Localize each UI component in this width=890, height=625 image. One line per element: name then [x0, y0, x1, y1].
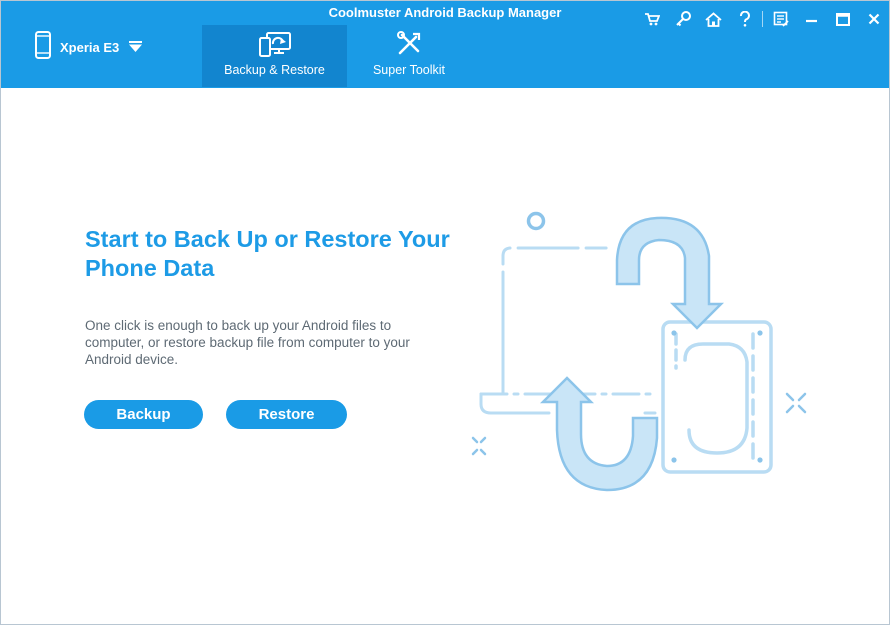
minimize-icon[interactable] [796, 2, 827, 36]
app-window: Coolmuster Android Backup Manager Xperia… [0, 0, 890, 625]
maximize-icon[interactable] [827, 2, 858, 36]
restore-button[interactable]: Restore [226, 400, 347, 429]
home-icon[interactable] [698, 2, 729, 36]
cart-icon[interactable] [636, 2, 667, 36]
device-selector[interactable]: Xperia E3 [35, 30, 143, 64]
page-description: One click is enough to back up your Andr… [85, 318, 410, 367]
tab-super-toolkit[interactable]: Super Toolkit [347, 25, 471, 87]
tab-backup-restore[interactable]: Backup & Restore [202, 25, 347, 87]
toolkit-icon [396, 31, 422, 59]
feedback-icon[interactable] [765, 2, 796, 36]
key-icon[interactable] [667, 2, 698, 36]
tab-label: Super Toolkit [372, 63, 446, 77]
backup-restore-icon [258, 31, 292, 59]
page-title: Start to Back Up or Restore Your Phone D… [85, 226, 450, 281]
device-name: Xperia E3 [60, 39, 120, 55]
controls-divider [762, 11, 763, 27]
phone-icon [35, 30, 51, 64]
backup-restore-illustration [467, 198, 807, 518]
close-icon[interactable] [858, 2, 889, 36]
header-bar: Coolmuster Android Backup Manager Xperia… [1, 1, 889, 88]
help-icon[interactable] [729, 2, 760, 36]
backup-button[interactable]: Backup [84, 400, 203, 429]
window-controls [636, 1, 889, 37]
main-content: Start to Back Up or Restore Your Phone D… [1, 88, 889, 624]
dropdown-arrow-icon[interactable] [129, 39, 143, 57]
tab-label: Backup & Restore [224, 63, 325, 77]
